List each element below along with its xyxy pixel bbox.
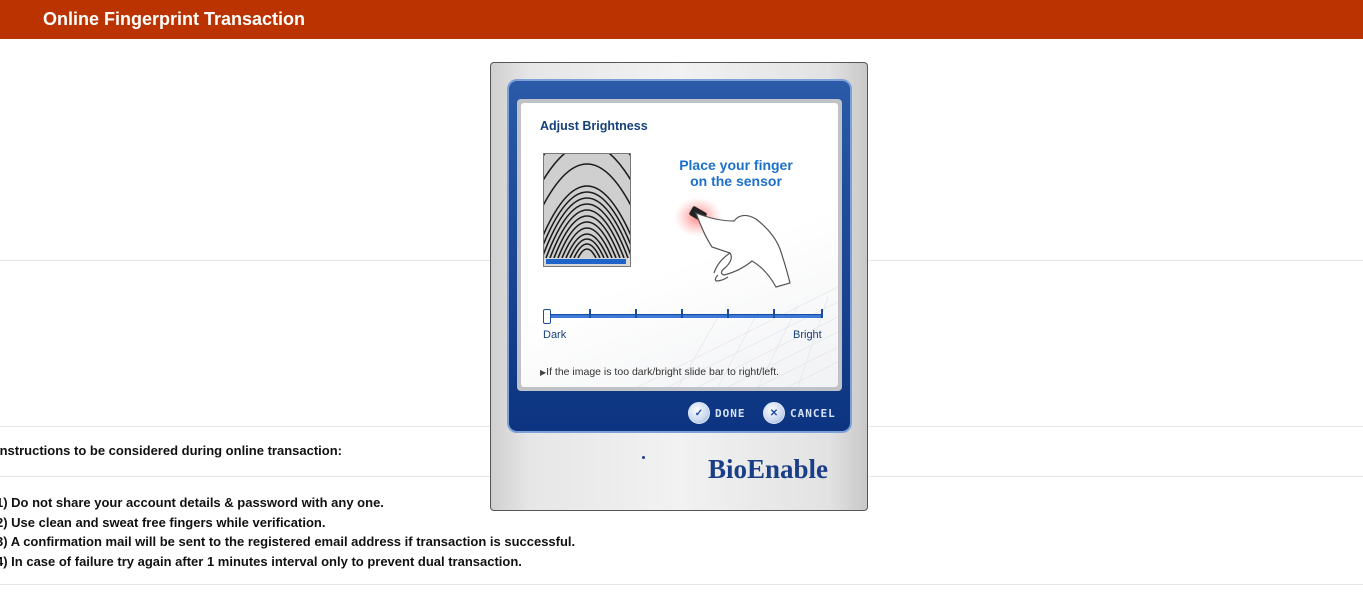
fingerprint-device-dialog: Adjust Brightness Place your finger on t… <box>490 62 868 511</box>
slider-track <box>543 314 823 318</box>
hint-text: If the image is too dark/bright slide ba… <box>546 366 780 378</box>
device-screen-frame: Adjust Brightness Place your finger on t… <box>507 79 852 433</box>
instructions-list: 1) Do not share your account details & p… <box>0 493 575 571</box>
slider-thumb[interactable] <box>543 309 551 324</box>
brightness-hint: ▶If the image is too dark/bright slide b… <box>540 366 779 378</box>
done-button[interactable]: ✓ DONE <box>688 402 746 424</box>
fingerprint-preview <box>521 123 653 267</box>
fingerprint-image <box>521 123 653 259</box>
instructions-heading: Instructions to be considered during onl… <box>0 443 342 458</box>
header-bar: Online Fingerprint Transaction <box>0 0 1363 39</box>
cancel-button[interactable]: ✕ CANCEL <box>763 402 836 424</box>
brand-logo: BioEnable <box>708 454 829 484</box>
slider-tick <box>773 309 775 318</box>
scan-progress-bar <box>546 259 626 264</box>
adjust-brightness-title: Adjust Brightness <box>540 119 648 133</box>
slider-tick <box>727 309 729 318</box>
close-icon: ✕ <box>763 402 785 424</box>
instruction-item: 2) Use clean and sweat free fingers whil… <box>0 514 326 530</box>
instruction-item: 1) Do not share your account details & p… <box>0 495 384 510</box>
slider-max-label: Bright <box>793 329 822 341</box>
device-screen-content: Adjust Brightness Place your finger on t… <box>521 103 838 387</box>
status-led <box>642 456 645 459</box>
slider-min-label: Dark <box>543 329 567 341</box>
slider-tick <box>635 309 637 318</box>
page-title: Online Fingerprint Transaction <box>43 9 306 29</box>
finger-on-sensor-icon <box>674 197 791 288</box>
cancel-label: CANCEL <box>790 406 836 420</box>
brightness-slider[interactable] <box>543 309 825 324</box>
slider-tick <box>821 309 823 318</box>
checkmark-icon: ✓ <box>688 402 710 424</box>
instruction-item: 3) A confirmation mail will be sent to t… <box>0 534 576 549</box>
place-finger-instruction: Place your finger on the sensor <box>661 157 811 189</box>
place-finger-line1: Place your finger <box>679 157 793 173</box>
device-screen: Adjust Brightness Place your finger on t… <box>517 99 842 391</box>
done-label: DONE <box>715 406 746 420</box>
slider-tick <box>589 309 591 318</box>
divider <box>0 584 1363 585</box>
slider-tick <box>681 309 683 318</box>
instruction-item: 4) In case of failure try again after 1 … <box>0 553 522 569</box>
